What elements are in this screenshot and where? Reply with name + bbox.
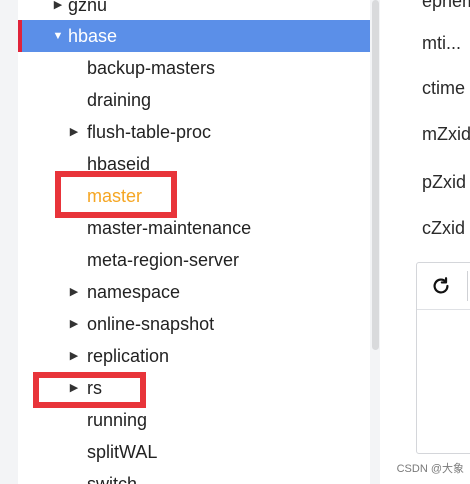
tree-item-label: replication bbox=[87, 346, 170, 366]
tree-item-label: namespace bbox=[87, 282, 181, 302]
scrollbar-thumb[interactable] bbox=[372, 0, 379, 350]
tree-item-gznu[interactable]: ▶ gznu bbox=[18, 0, 370, 21]
tree-item-replication[interactable]: ▶ replication bbox=[18, 340, 370, 372]
prop-label: mZxid bbox=[422, 124, 470, 144]
expand-icon[interactable]: ▶ bbox=[66, 276, 82, 308]
watermark: CSDN @大象 bbox=[396, 463, 464, 475]
expand-icon[interactable]: ▶ bbox=[66, 340, 82, 372]
expand-icon[interactable]: ▶ bbox=[66, 308, 82, 340]
tree-item-splitWAL[interactable]: splitWAL bbox=[18, 436, 370, 468]
toolbar-divider bbox=[467, 271, 468, 301]
expand-icon[interactable]: ▶ bbox=[66, 372, 82, 404]
tree-item-master[interactable]: master bbox=[18, 180, 370, 212]
tree-item-online-snapshot[interactable]: ▶ online-snapshot bbox=[18, 308, 370, 340]
data-editor[interactable] bbox=[416, 262, 470, 454]
tree-item-meta-region-server[interactable]: meta-region-server bbox=[18, 244, 370, 276]
tree-item-label: draining bbox=[87, 90, 152, 110]
tree-item-flush-table-proc[interactable]: ▶ flush-table-proc bbox=[18, 116, 370, 148]
tree-item-label: meta-region-server bbox=[87, 250, 240, 270]
tree-item-label: splitWAL bbox=[87, 442, 158, 462]
tree-item-label: switch bbox=[87, 474, 138, 484]
collapse-icon[interactable]: ▼ bbox=[50, 20, 66, 52]
tree-item-label: backup-masters bbox=[87, 58, 216, 78]
expand-icon[interactable]: ▶ bbox=[50, 0, 66, 21]
tree-item-backup-masters[interactable]: backup-masters bbox=[18, 52, 370, 84]
prop-label: ctime bbox=[422, 78, 466, 98]
tree-item-label: hbase bbox=[68, 26, 118, 46]
tree-item-hbase[interactable]: ▼ hbase bbox=[18, 20, 370, 52]
tree-item-namespace[interactable]: ▶ namespace bbox=[18, 276, 370, 308]
tree-item-label: master bbox=[87, 186, 143, 206]
prop-label: ephem bbox=[422, 0, 470, 11]
refresh-icon bbox=[433, 277, 449, 294]
tree-item-label: running bbox=[87, 410, 148, 430]
editor-toolbar bbox=[417, 263, 470, 310]
expand-icon[interactable]: ▶ bbox=[66, 116, 82, 148]
prop-label: mti... bbox=[422, 33, 461, 53]
tree-item-label: rs bbox=[87, 378, 102, 398]
tree-scrollbar[interactable] bbox=[371, 0, 380, 484]
refresh-button[interactable] bbox=[423, 269, 459, 303]
tree-item-hbaseid[interactable]: hbaseid bbox=[18, 148, 370, 180]
tree-item-label: master-maintenance bbox=[87, 218, 252, 238]
tree-item-label: flush-table-proc bbox=[87, 122, 212, 142]
tree-item-switch[interactable]: switch bbox=[18, 468, 370, 484]
prop-label: pZxid bbox=[422, 172, 467, 192]
tree-item-draining[interactable]: draining bbox=[18, 84, 370, 116]
prop-label: cZxid bbox=[422, 218, 466, 238]
node-detail-panel: ephem mti... ctime mZxid pZxid cZxid bbox=[380, 0, 470, 484]
tree-item-rs[interactable]: ▶ rs bbox=[18, 372, 370, 404]
tree-item-label: online-snapshot bbox=[87, 314, 215, 334]
tree-item-label: hbaseid bbox=[87, 154, 151, 174]
tree-item-master-maintenance[interactable]: master-maintenance bbox=[18, 212, 370, 244]
tree-item-running[interactable]: running bbox=[18, 404, 370, 436]
znode-tree: ▶ gznu ▼ hbase backup-masters draining ▶… bbox=[18, 0, 370, 484]
tree-item-label: gznu bbox=[68, 0, 108, 15]
